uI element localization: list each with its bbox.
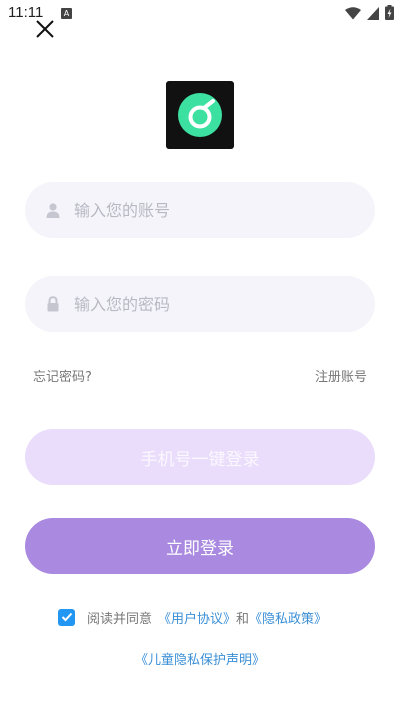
notification-badge: A [61,8,72,19]
battery-charging-icon [385,5,394,24]
close-icon [36,20,54,38]
cellular-signal-icon [367,5,379,24]
password-input[interactable] [74,276,364,332]
children-privacy-link[interactable]: 《儿童隐私保护声明》 [0,649,400,668]
status-bar: 11:11 A [0,0,400,28]
forgot-password-link[interactable]: 忘记密码? [33,366,92,385]
phone-login-button[interactable]: 手机号一键登录 [25,429,375,485]
close-button[interactable] [34,18,56,40]
check-icon [61,612,72,622]
app-logo [166,81,234,149]
privacy-policy-link[interactable]: 《隐私政策》 [249,608,327,627]
account-field[interactable] [25,182,375,238]
agreement-prefix: 阅读并同意 [87,611,153,627]
agreement-checkbox[interactable] [58,608,75,626]
password-field[interactable] [25,276,375,332]
user-icon [46,203,60,218]
status-icons [345,5,394,24]
lock-icon [47,296,59,312]
app-logo-icon [178,93,222,137]
user-agreement-link[interactable]: 《用户协议》 [158,608,236,627]
agreement-and: 和 [236,611,250,627]
register-link[interactable]: 注册账号 [315,366,367,385]
account-input[interactable] [74,182,364,238]
login-button[interactable]: 立即登录 [25,518,375,574]
wifi-icon [345,5,361,24]
agreement-row: 阅读并同意 《用户协议》 和 《隐私政策》 [58,607,327,627]
